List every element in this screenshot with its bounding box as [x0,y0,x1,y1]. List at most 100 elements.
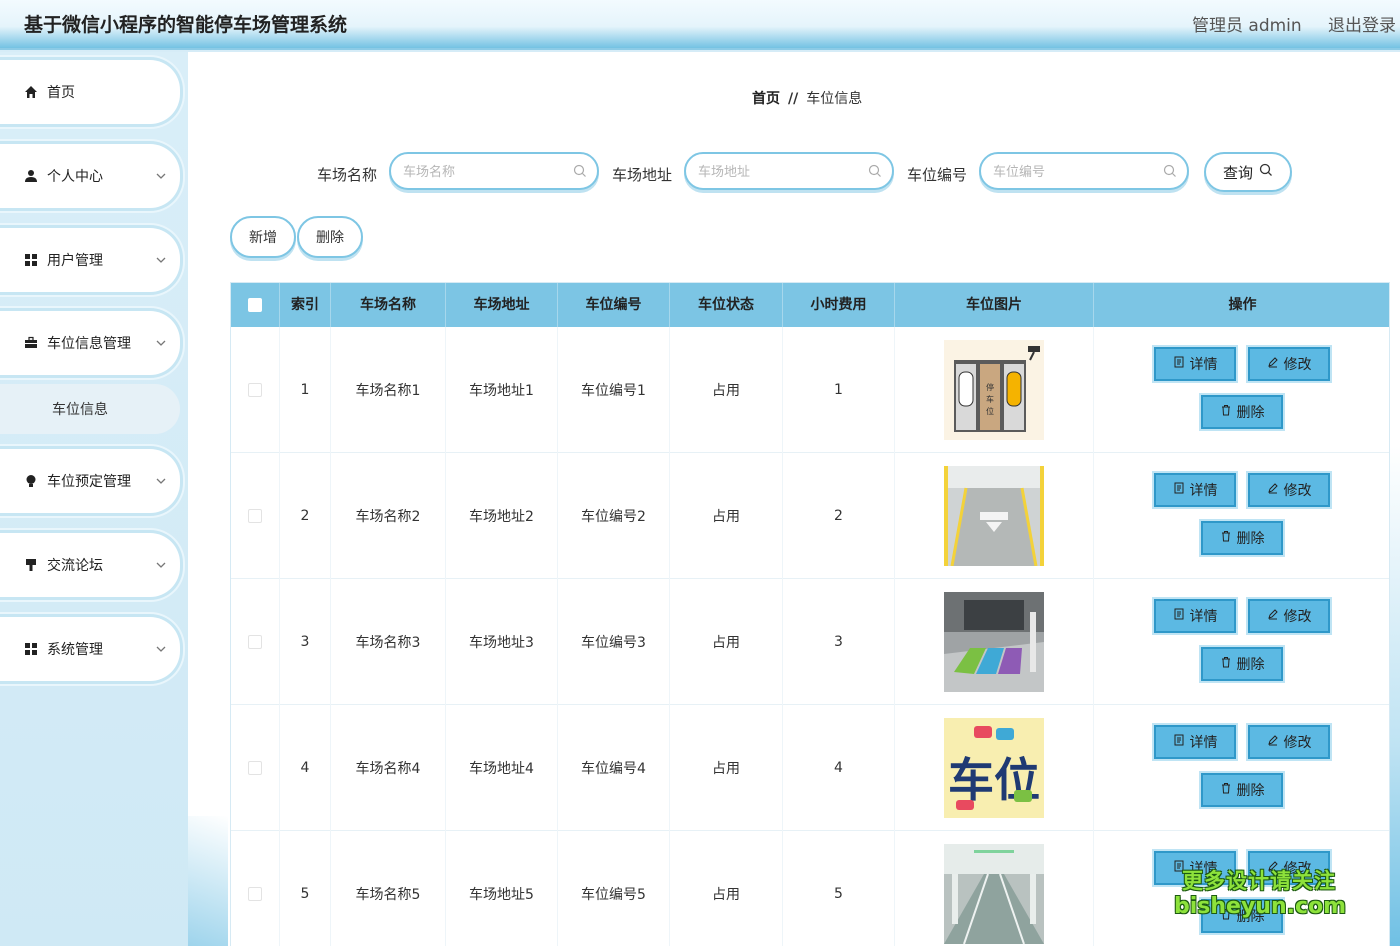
row-checkbox[interactable] [248,887,262,901]
index-cell: 4 [280,705,331,831]
detail-button[interactable]: 详情 [1154,347,1236,381]
row-checkbox[interactable] [248,509,262,523]
document-icon [1173,356,1185,372]
pencil-icon [1267,734,1279,750]
delete-button[interactable]: 删除 [1201,521,1283,555]
watermark-line1: 更多设计请关注 [1182,869,1336,893]
svg-text:停: 停 [986,382,994,392]
logout-link[interactable]: 退出登录 [1328,11,1396,36]
column-header: 索引 [280,283,331,327]
column-header: 车位状态 [670,283,783,327]
sidebar-item-home[interactable]: 首页 [0,60,180,124]
select-all-checkbox[interactable] [248,298,262,312]
space-number-cell: 车位编号5 [558,831,670,946]
delete-button[interactable]: 删除 [1201,647,1283,681]
query-button[interactable]: 查询 [1204,152,1292,192]
row-checkbox-cell [231,705,280,831]
search-box-space-number[interactable] [979,152,1189,190]
sidebar-item-forum[interactable]: 交流论坛 [0,533,180,597]
lot-name-cell: 车场名称3 [331,579,446,705]
sidebar-item-label: 车位预定管理 [47,474,131,490]
grid-icon [24,253,38,267]
table-row: 2 车场名称2 车场地址2 车位编号2 占用 2 详情 修改 删除 [231,453,1389,579]
index-cell: 3 [280,579,331,705]
lot-name-cell: 车场名称2 [331,453,446,579]
search-icon [1259,163,1273,181]
hourly-fee-cell: 4 [783,705,895,831]
hourly-fee-cell: 5 [783,831,895,946]
background-wave [188,816,228,946]
column-header: 车场地址 [446,283,558,327]
batch-delete-button[interactable]: 删除 [297,216,363,258]
parking-space-image[interactable]: 停 车 位 [944,340,1044,440]
sidebar-item-personal-center[interactable]: 个人中心 [0,144,180,208]
watermark-line2: bisheyun.com [1174,894,1347,919]
parking-space-image[interactable] [944,592,1044,692]
add-button[interactable]: 新增 [230,216,296,258]
sidebar-item-user-management[interactable]: 用户管理 [0,228,180,292]
row-checkbox[interactable] [248,635,262,649]
detail-button[interactable]: 详情 [1154,473,1236,507]
delete-button[interactable]: 删除 [1201,395,1283,429]
chevron-down-icon [156,641,166,657]
search-label-lot-address: 车场地址 [612,166,673,184]
search-label-lot-name: 车场名称 [317,166,378,184]
space-number-input[interactable] [993,162,1163,182]
hourly-fee-cell: 3 [783,579,895,705]
detail-button[interactable]: 详情 [1154,599,1236,633]
sidebar-item-label: 车位信息管理 [47,336,131,352]
edit-button[interactable]: 修改 [1248,599,1330,633]
space-status-cell: 占用 [670,831,783,946]
column-header: 车位图片 [895,283,1094,327]
row-checkbox-cell [231,831,280,946]
space-image-cell [895,453,1094,579]
search-icon [573,164,587,182]
sidebar-item-system-management[interactable]: 系统管理 [0,617,180,681]
edit-button-label: 修改 [1283,357,1312,373]
breadcrumb-home[interactable]: 首页 [752,91,780,107]
detail-button-label: 详情 [1189,735,1218,751]
detail-button[interactable]: 详情 [1154,725,1236,759]
sidebar-subitem-space-info[interactable]: 车位信息 [0,384,180,434]
search-label-space-number: 车位编号 [907,166,968,184]
table-header: 索引 车场名称 车场地址 车位编号 车位状态 小时费用 车位图片 操作 [231,283,1389,327]
space-image-cell [895,831,1094,946]
search-icon [868,164,882,182]
breadcrumb-separator: // [788,91,799,107]
sidebar-item-reservation-management[interactable]: 车位预定管理 [0,449,180,513]
edit-button[interactable]: 修改 [1248,473,1330,507]
delete-button[interactable]: 删除 [1201,773,1283,807]
search-box-lot-address[interactable] [684,152,894,190]
edit-button[interactable]: 修改 [1248,725,1330,759]
space-image-cell: 停 车 位 [895,327,1094,453]
delete-button-label: 删除 [1236,531,1265,547]
column-header: 小时费用 [783,283,895,327]
row-checkbox[interactable] [248,761,262,775]
document-icon [1173,482,1185,498]
table-row: 4 车场名称4 车场地址4 车位编号4 占用 4 车位 详情 修改 删除 [231,705,1389,831]
parking-space-image[interactable] [944,466,1044,566]
user-icon [24,169,38,183]
table-row: 3 车场名称3 车场地址3 车位编号3 占用 3 详情 修改 删除 [231,579,1389,705]
select-all-cell [231,283,280,327]
search-box-lot-name[interactable] [389,152,599,190]
hourly-fee-cell: 1 [783,327,895,453]
sidebar-item-space-info-management[interactable]: 车位信息管理 [0,311,180,375]
search-icon [1163,164,1177,182]
lot-address-cell: 车场地址4 [446,705,558,831]
query-button-label: 查询 [1222,163,1253,182]
sidebar-subitem-label: 车位信息 [52,402,108,418]
lot-address-input[interactable] [698,162,868,182]
edit-button[interactable]: 修改 [1248,347,1330,381]
parking-space-image[interactable]: 车位 [944,718,1044,818]
lot-name-input[interactable] [403,162,573,182]
operations-cell: 详情 修改 删除 [1094,327,1389,453]
index-cell: 5 [280,831,331,946]
data-table: 索引 车场名称 车场地址 车位编号 车位状态 小时费用 车位图片 操作 1 车场… [230,282,1390,946]
breadcrumb-current: 车位信息 [806,91,863,107]
parking-space-image[interactable] [944,844,1044,944]
row-checkbox[interactable] [248,383,262,397]
top-bar: 基于微信小程序的智能停车场管理系统 管理员 admin 退出登录 [0,0,1400,50]
lot-name-cell: 车场名称5 [331,831,446,946]
space-status-cell: 占用 [670,327,783,453]
